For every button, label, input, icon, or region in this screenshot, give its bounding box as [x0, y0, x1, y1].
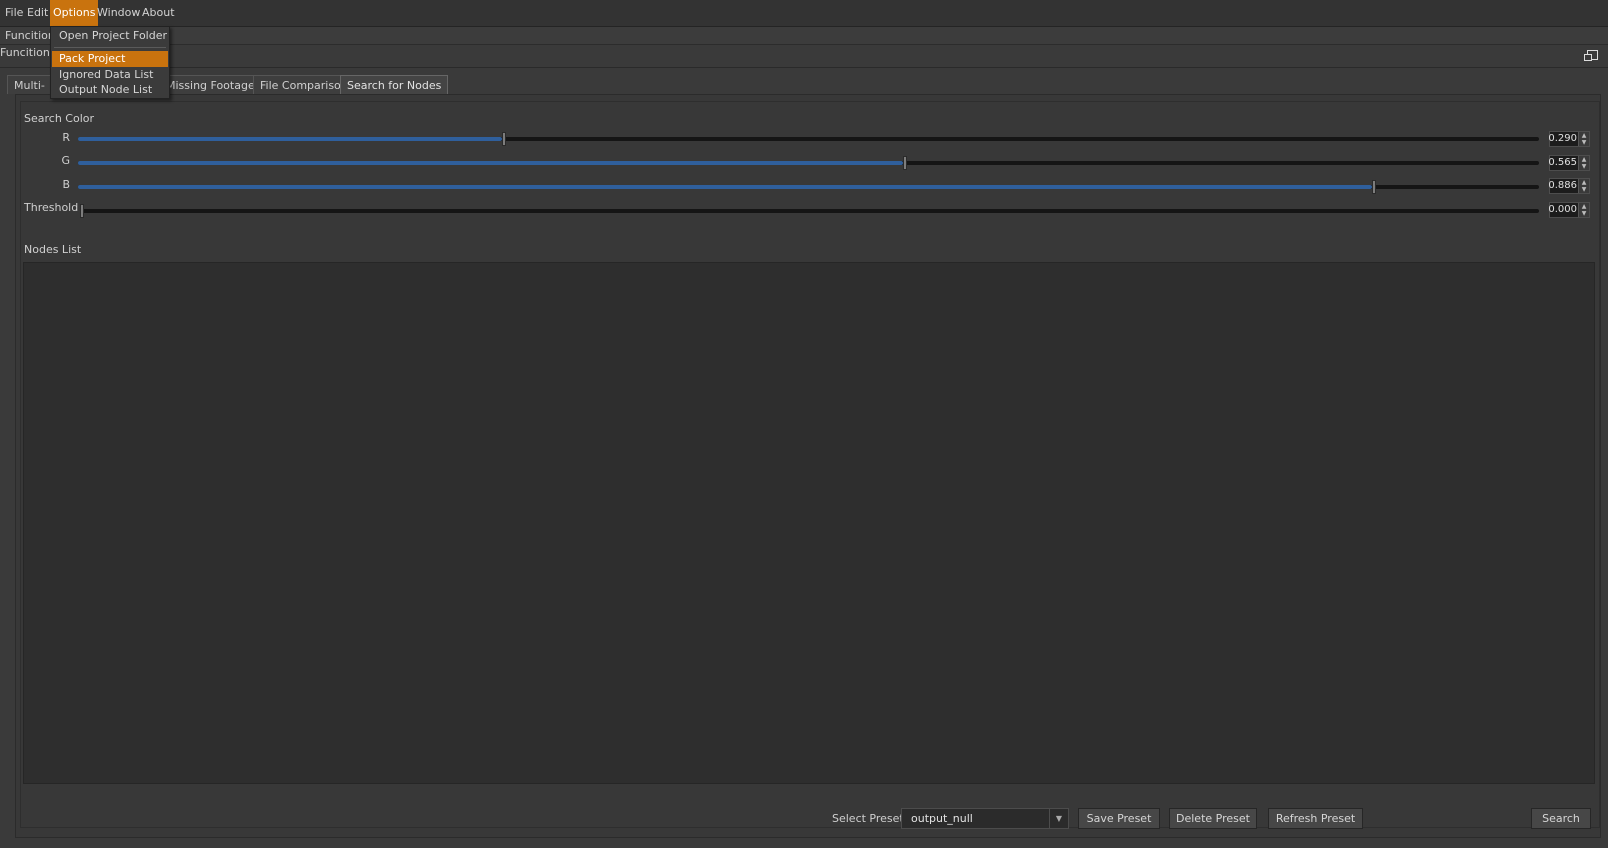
spin-arrows-icon[interactable]: ▲ ▼ [1578, 156, 1589, 170]
menu-item-output-node-list[interactable]: Output Node List [52, 82, 168, 98]
g-value: 0.565 [1548, 157, 1577, 168]
b-value-spinbox[interactable]: 0.886 ▲ ▼ [1548, 178, 1590, 194]
function-label: Funcition [5, 29, 55, 42]
r-value-spinbox[interactable]: 0.290 ▲ ▼ [1548, 131, 1590, 147]
function-bar: Funcition [0, 27, 1608, 45]
threshold-slider-handle[interactable] [80, 204, 84, 218]
menu-item-open-project-folder[interactable]: Open Project Folder [52, 28, 168, 44]
menu-window[interactable]: Window [94, 0, 143, 26]
slider-label-r: R [62, 131, 70, 144]
nodes-list[interactable] [23, 262, 1595, 784]
spin-arrows-icon[interactable]: ▲ ▼ [1578, 203, 1589, 217]
b-slider-handle[interactable] [1372, 180, 1377, 194]
menu-options[interactable]: Options [50, 0, 99, 26]
refresh-preset-button[interactable]: Refresh Preset [1268, 808, 1363, 829]
menu-edit[interactable]: Edit [24, 0, 51, 26]
functions-label[interactable]: Funcitions [0, 46, 56, 59]
select-preset-label: Select Preset [832, 812, 904, 825]
r-slider-handle[interactable] [501, 132, 506, 146]
slider-label-b: B [62, 178, 70, 191]
spin-arrows-icon[interactable]: ▲ ▼ [1578, 132, 1589, 146]
threshold-slider[interactable] [80, 204, 1539, 218]
save-preset-button[interactable]: Save Preset [1078, 808, 1160, 829]
menu-bar: File Edit Options Window About [0, 0, 1608, 27]
menu-item-pack-project[interactable]: Pack Project [52, 51, 168, 67]
tab-missing-footages[interactable]: Missing Footages [159, 75, 268, 94]
r-slider-fill [78, 137, 502, 141]
threshold-value: 0.000 [1548, 204, 1577, 215]
nodes-list-title: Nodes List [24, 243, 82, 256]
b-slider-fill [78, 185, 1373, 189]
menu-separator [54, 47, 166, 48]
spin-arrows-icon[interactable]: ▲ ▼ [1578, 179, 1589, 193]
functions-toolbar: Funcitions [0, 45, 1608, 68]
g-slider[interactable] [78, 156, 1539, 170]
b-value: 0.886 [1548, 180, 1577, 191]
search-button[interactable]: Search [1531, 808, 1591, 829]
g-value-spinbox[interactable]: 0.565 ▲ ▼ [1548, 155, 1590, 171]
b-slider[interactable] [78, 180, 1539, 194]
preset-dropdown[interactable]: output_null ▼ [901, 808, 1069, 829]
menu-about[interactable]: About [139, 0, 178, 26]
r-value: 0.290 [1548, 133, 1577, 144]
preset-value: output_null [911, 812, 973, 825]
g-slider-handle[interactable] [903, 156, 908, 170]
tab-search-for-nodes[interactable]: Search for Nodes [340, 75, 449, 94]
slider-label-threshold: Threshold [24, 201, 79, 214]
r-slider[interactable] [78, 132, 1539, 146]
search-color-title: Search Color [24, 112, 95, 125]
g-slider-fill [78, 161, 904, 165]
menu-file[interactable]: File [2, 0, 26, 26]
chevron-down-icon[interactable]: ▼ [1049, 809, 1068, 828]
threshold-value-spinbox[interactable]: 0.000 ▲ ▼ [1548, 202, 1590, 218]
options-menu: Open Project Folder Pack Project Ignored… [50, 26, 170, 99]
menu-item-ignored-data-list[interactable]: Ignored Data List [52, 67, 168, 83]
float-window-icon[interactable] [1584, 50, 1598, 61]
delete-preset-button[interactable]: Delete Preset [1169, 808, 1257, 829]
slider-label-g: G [61, 154, 70, 167]
